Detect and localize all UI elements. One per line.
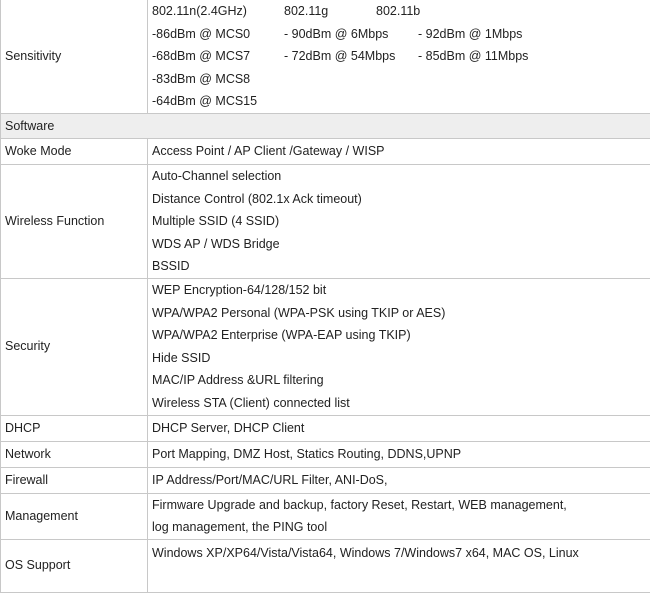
row-network: Network Port Mapping, DMZ Host, Statics … — [0, 440, 650, 468]
row-work-mode: Woke Mode Access Point / AP Client /Gate… — [0, 137, 650, 165]
value-dhcp: DHCP Server, DHCP Client — [147, 414, 650, 442]
row-security: Security WEP Encryption-64/128/152 bit W… — [0, 277, 650, 416]
section-software: Software — [0, 112, 650, 139]
list-item: log management, the PING tool — [152, 520, 328, 535]
list-item: Wireless STA (Client) connected list — [152, 395, 350, 410]
label-work-mode: Woke Mode — [0, 137, 148, 165]
list-item: MAC/IP Address &URL filtering — [152, 373, 324, 388]
list-item: Auto-Channel selection — [152, 168, 282, 183]
row-software-section: Software — [0, 112, 650, 139]
sensitivity-header-b: 802.11b — [376, 4, 421, 18]
sensitivity-cell: - 90dBm @ 6Mbps — [284, 26, 389, 41]
row-sensitivity: Sensitivity 802.11n(2.4GHz) 802.11g 802.11… — [0, 0, 650, 114]
row-dhcp: DHCP DHCP Server, DHCP Client — [0, 414, 650, 442]
list-item: BSSID — [152, 259, 190, 274]
label-network: Network — [0, 440, 148, 468]
value-wireless-function: Auto-Channel selection Distance Control … — [147, 163, 650, 279]
value-network: Port Mapping, DMZ Host, Statics Routing,… — [147, 440, 650, 468]
sensitivity-cell: - 72dBm @ 54Mbps — [284, 49, 396, 64]
label-wireless-function: Wireless Function — [0, 163, 148, 279]
value-sensitivity: 802.11n(2.4GHz) 802.11g 802.11b -86dBm @ M… — [147, 0, 650, 114]
sensitivity-cell: -64dBm @ MCS15 — [152, 94, 258, 109]
value-management: Firmware Upgrade and backup, factory Res… — [147, 492, 650, 540]
sensitivity-cell: -68dBm @ MCS7 — [152, 49, 251, 64]
sensitivity-cell: -86dBm @ MCS0 — [152, 26, 251, 41]
value-security: WEP Encryption-64/128/152 bit WPA/WPA2 P… — [147, 277, 650, 416]
label-security: Security — [0, 277, 148, 416]
sensitivity-header-g: 802.11g — [284, 4, 329, 18]
list-item: Distance Control (802.1x Ack timeout) — [152, 191, 362, 206]
sensitivity-header-n: 802.11n(2.4GHz) — [152, 4, 247, 18]
list-item: WDS AP / WDS Bridge — [152, 236, 280, 251]
sensitivity-cell: -83dBm @ MCS8 — [152, 71, 251, 86]
sensitivity-line: -86dBm @ MCS0 - 90dBm @ 6Mbps - 92dBm @ 1M… — [152, 23, 650, 46]
row-firewall: Firewall IP Address/Port/MAC/URL Filter,… — [0, 466, 650, 494]
list-item: Multiple SSID (4 SSID) — [152, 214, 280, 229]
sensitivity-line: -68dBm @ MCS7 - 72dBm @ 54Mbps - 85dBm @ 1… — [152, 45, 650, 68]
label-dhcp: DHCP — [0, 414, 148, 442]
list-item: WEP Encryption-64/128/152 bit — [152, 282, 327, 297]
sensitivity-line: -83dBm @ MCS8 — [152, 68, 650, 91]
label-sensitivity: Sensitivity — [0, 0, 148, 114]
row-os-support: OS Support Windows XP/XP64/Vista/Vista64… — [0, 538, 650, 593]
list-item: WPA/WPA2 Personal (WPA-PSK using TKIP or… — [152, 305, 446, 320]
list-item: Hide SSID — [152, 350, 211, 365]
os-support-text: Windows XP/XP64/Vista/Vista64, Windows 7… — [152, 545, 579, 560]
value-firewall: IP Address/Port/MAC/URL Filter, ANI-DoS, — [147, 466, 650, 494]
sensitivity-line: -64dBm @ MCS15 — [152, 90, 650, 113]
row-wireless-function: Wireless Function Auto-Channel selection… — [0, 163, 650, 279]
list-item: WPA/WPA2 Enterprise (WPA-EAP using TKIP) — [152, 328, 411, 343]
spec-table: Sensitivity 802.11n(2.4GHz) 802.11g 802.11… — [0, 0, 650, 593]
label-os-support: OS Support — [0, 538, 148, 593]
value-os-support: Windows XP/XP64/Vista/Vista64, Windows 7… — [147, 538, 650, 593]
sensitivity-cell: - 85dBm @ 11Mbps — [418, 49, 529, 64]
list-item: Firmware Upgrade and backup, factory Res… — [152, 497, 567, 512]
sensitivity-header: 802.11n(2.4GHz) 802.11g 802.11b — [152, 0, 650, 23]
label-firewall: Firewall — [0, 466, 148, 494]
value-work-mode: Access Point / AP Client /Gateway / WISP — [147, 137, 650, 165]
row-management: Management Firmware Upgrade and backup, … — [0, 492, 650, 540]
sensitivity-cell: - 92dBm @ 1Mbps — [418, 26, 523, 41]
label-management: Management — [0, 492, 148, 540]
